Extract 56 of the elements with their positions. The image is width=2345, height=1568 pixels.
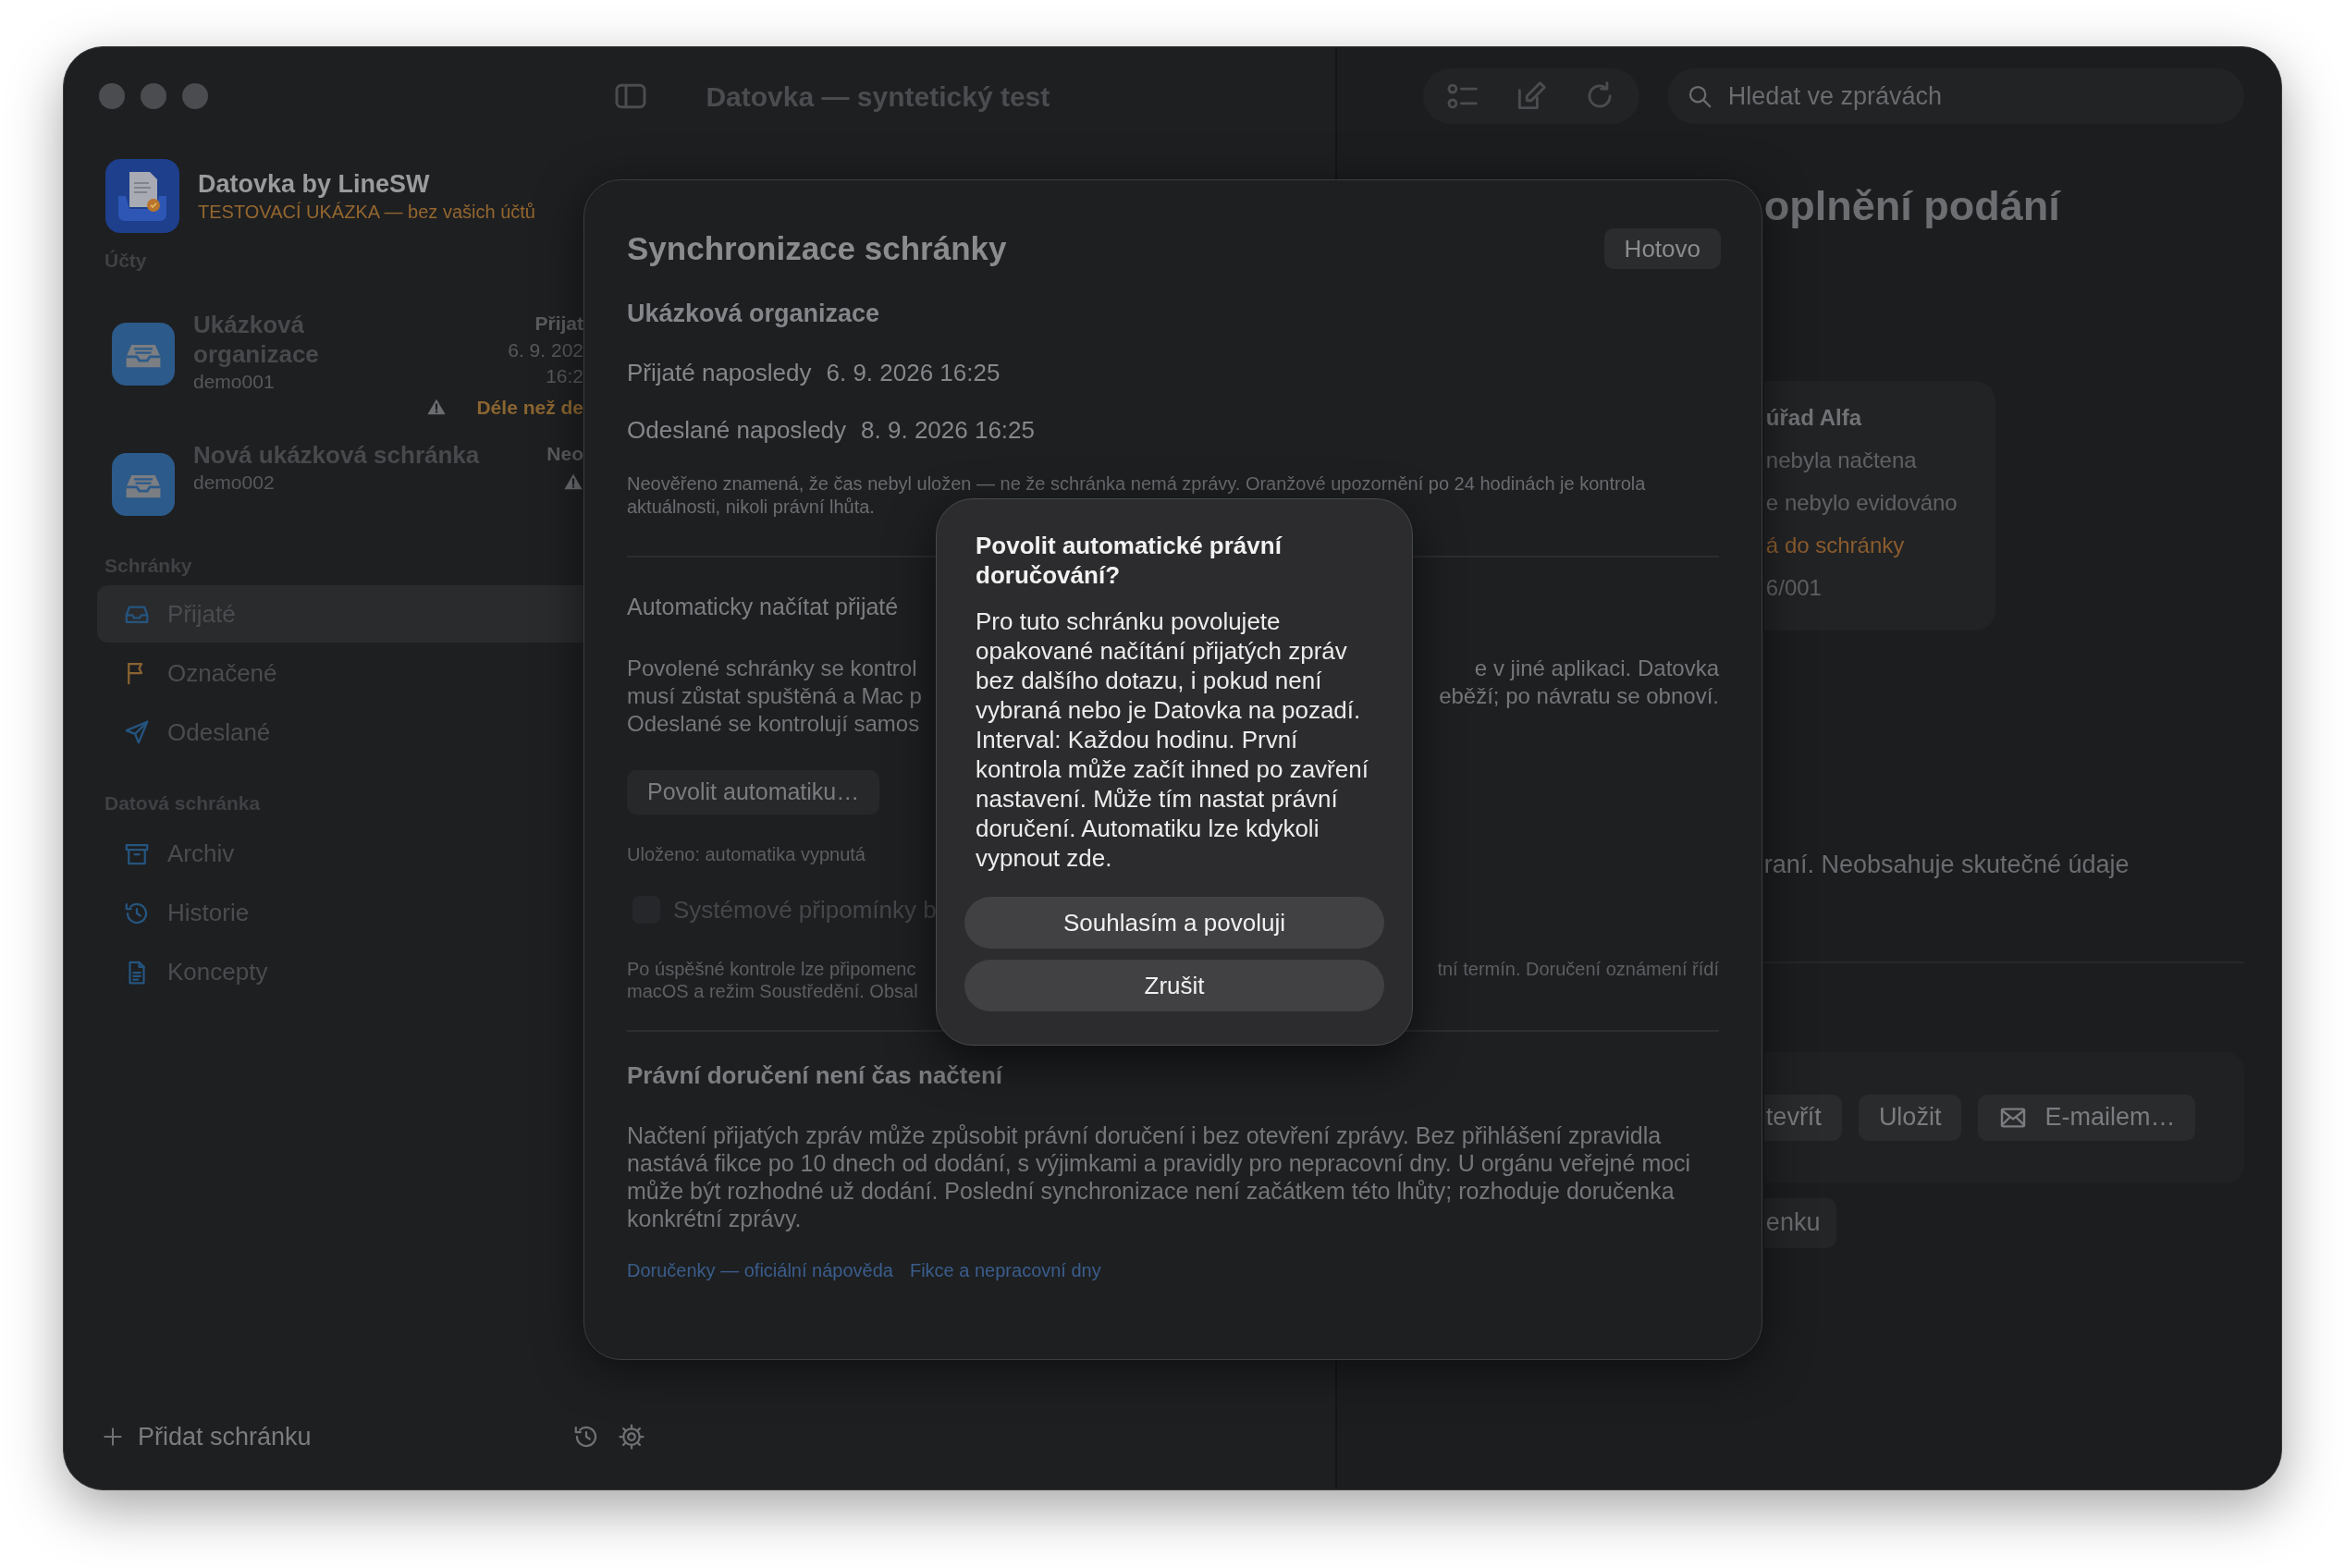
dialog-button[interactable]: Souhlasím a povoluji — [964, 897, 1384, 949]
enable-automation-button[interactable]: Povolit automatiku… — [627, 769, 880, 815]
window-control[interactable] — [99, 83, 125, 109]
action-button[interactable]: Uložit — [1858, 1094, 1962, 1141]
field-value: 8. 9. 2026 16:25 — [861, 415, 1035, 446]
text-fragment: Odeslané se kontrolují samos — [627, 709, 920, 738]
info-line: á do schránky — [1765, 532, 1906, 559]
app-name: Datovka by LineSW — [198, 169, 431, 200]
status-date: 16:2 — [546, 363, 583, 388]
info-line: nebyla načtena — [1765, 447, 1918, 474]
text-fragment: tní termín. Doručení oznámení řídí — [1437, 957, 1719, 980]
text-fragment: musí zůstat spuštěná a Mac p — [627, 681, 922, 710]
help-link[interactable]: Doručenky — oficiální nápověda — [627, 1256, 893, 1284]
warning-text: Déle než de — [476, 395, 583, 420]
action-button[interactable]: tevřít — [1763, 1094, 1842, 1141]
add-mailbox-button[interactable]: Přidat schránku — [101, 1417, 312, 1456]
status-label: Neo — [546, 441, 583, 466]
alert-title: Povolit automatické právní doručování? — [975, 531, 1283, 590]
account-id: demo001 — [193, 369, 276, 394]
field-label: Přijaté naposledy — [627, 358, 812, 388]
search-field[interactable]: Hledat ve zprávách — [1666, 68, 2244, 124]
sheet-title: Synchronizace schránky — [627, 229, 1007, 268]
alert-message: Pro tuto schránku povolujete opakované načítání přijatých zpráv bez dalšího dotazu, i pokud není vybraná nebo je Datovka na pozadí. Interval: Každou hodinu. První kontrola může začít ihned po zavření nastavení. Může tím nastat právní doručení. Automatiku lze kdykoli vypnout zde. — [975, 606, 1369, 873]
text-fragment: Po úspěšné kontrole lze připomenc — [627, 957, 916, 980]
text-fragment: macOS a režim Soustředění. Obsal — [627, 979, 918, 1002]
text-fragment: eběží; po návratu se obnoví. — [1439, 681, 1719, 710]
send-icon — [123, 718, 151, 746]
status-text: Uloženo: automatika vypnutá — [627, 842, 866, 866]
help-link[interactable]: Fikce a nepracovní dny — [909, 1256, 1101, 1284]
field-value: 6. 9. 2026 16:25 — [826, 358, 1001, 388]
text-fragment: e v jiné aplikaci. Datovka — [1474, 654, 1719, 682]
dialog-button[interactable]: Zrušit — [964, 960, 1384, 1011]
field-label: Odeslané naposledy — [627, 415, 847, 446]
section-title: Automaticky načítat přijaté — [627, 593, 899, 621]
document-tray-icon — [105, 159, 179, 233]
status-date: 6. 9. 202 — [508, 337, 583, 362]
window-control[interactable] — [182, 83, 208, 109]
account-name: Ukázková organizace — [627, 298, 880, 329]
tray-icon — [112, 322, 175, 386]
section-title: Právní doručení není čas načtení — [627, 1060, 1003, 1091]
text-fragment: Povolené schránky se kontrol — [627, 654, 917, 682]
info-note: Neověřeno znamená, že čas nebyl uložen — ne že schránka nemá zprávy. Oranžové upozornění po 24 hodinách je kontrola aktuálnosti, nikoli právní lhůta. — [627, 472, 1647, 519]
action-button[interactable]: E-mailem… — [1978, 1094, 2196, 1141]
tray-icon — [112, 452, 175, 516]
detail-heading: oplnění podání — [1763, 181, 2060, 231]
paragraph: Načtení přijatých zpráv může způsobit právní doručení i bez otevření zprávy. Bez přihlášení zpravidla nastává fikce po 10 dnech od dodání, s výjimkami a pravidly pro nepracovní dny. U orgánu veřejné moci může být rozhodné už dodání. Poslední synchronizace není začátkem této lhůty; rozhoduje doručenka konkrétní zprávy. — [627, 1121, 1692, 1232]
info-line: 6/001 — [1765, 574, 1823, 602]
account-id: demo002 — [193, 470, 276, 495]
window-control[interactable] — [141, 83, 166, 109]
action-button[interactable]: enku — [1763, 1197, 1837, 1248]
status-label: Přijat — [534, 311, 583, 336]
info-line: úřad Alfa — [1765, 404, 1863, 432]
settings-icon[interactable] — [618, 1423, 646, 1451]
detail-note: raní. Neobsahuje skutečné údaje — [1763, 850, 2130, 880]
app-subtitle: TESTOVACÍ UKÁZKA — bez vašich účtů — [198, 201, 535, 224]
done-button[interactable]: Hotovo — [1603, 228, 1721, 270]
